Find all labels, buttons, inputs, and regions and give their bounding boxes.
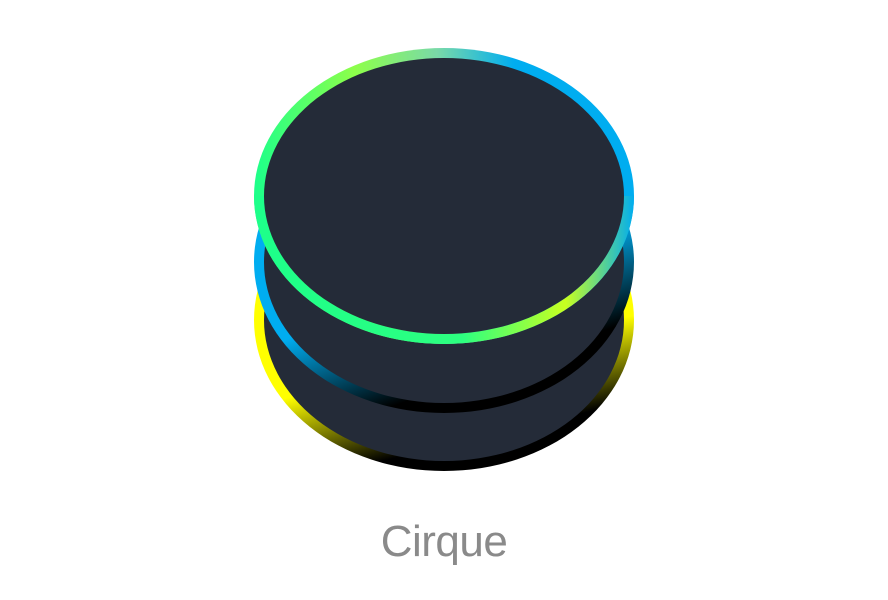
app-icon-stage: Cirque <box>0 0 888 600</box>
top-disc <box>254 48 634 344</box>
app-name-label: Cirque <box>380 517 508 566</box>
stacked-discs-logo-icon <box>254 48 634 471</box>
